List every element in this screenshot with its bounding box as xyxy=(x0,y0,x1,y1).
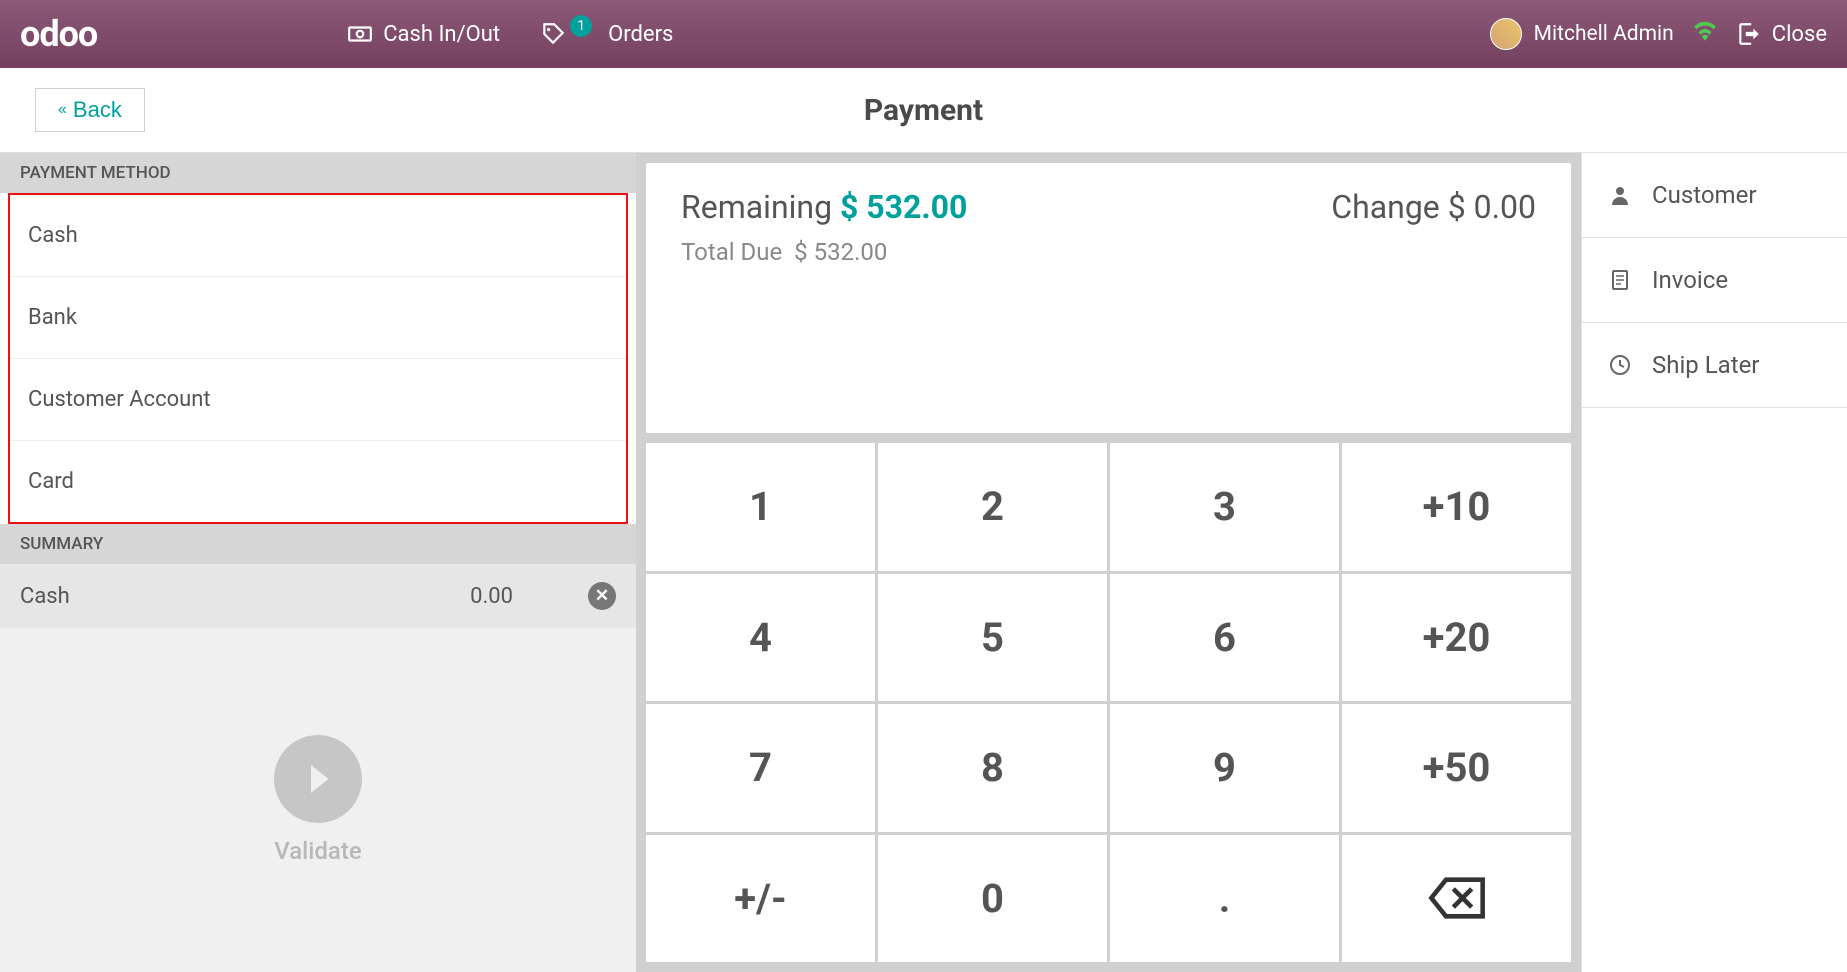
cash-in-out-button[interactable]: Cash In/Out xyxy=(347,21,500,47)
numpad-backspace[interactable] xyxy=(1342,835,1571,963)
ship-later-button[interactable]: Ship Later xyxy=(1582,323,1847,408)
close-button[interactable]: Close xyxy=(1736,21,1827,47)
remaining-value: $ 532.00 xyxy=(840,188,967,226)
main: PAYMENT METHOD Cash Bank Customer Accoun… xyxy=(0,153,1847,972)
numpad: 1 2 3 +10 4 5 6 +20 7 8 9 +50 +/- 0 . xyxy=(646,443,1571,962)
user-name: Mitchell Admin xyxy=(1534,22,1674,46)
exit-icon xyxy=(1736,21,1762,47)
payment-method-bank[interactable]: Bank xyxy=(10,277,626,359)
numpad-2[interactable]: 2 xyxy=(878,443,1107,571)
wifi-icon xyxy=(1692,21,1718,47)
numpad-7[interactable]: 7 xyxy=(646,704,875,832)
numpad-9[interactable]: 9 xyxy=(1110,704,1339,832)
invoice-label: Invoice xyxy=(1652,266,1728,294)
tag-icon xyxy=(540,21,566,47)
document-icon xyxy=(1608,268,1632,292)
summary-method: Cash xyxy=(20,584,470,609)
total-due-label: Total Due xyxy=(681,238,782,266)
numpad-0[interactable]: 0 xyxy=(878,835,1107,963)
remove-payment-icon[interactable]: ✕ xyxy=(588,582,616,610)
person-icon xyxy=(1608,183,1632,207)
backspace-icon xyxy=(1427,876,1487,920)
numpad-plus20[interactable]: +20 xyxy=(1342,574,1571,702)
remaining-label: Remaining xyxy=(681,188,832,226)
customer-label: Customer xyxy=(1652,181,1756,209)
payment-method-header: PAYMENT METHOD xyxy=(0,153,636,193)
change-value: $ 0.00 xyxy=(1448,188,1536,226)
sub-header: « Back Payment xyxy=(0,68,1847,153)
payment-method-card[interactable]: Card xyxy=(10,441,626,522)
payment-method-customer-account[interactable]: Customer Account xyxy=(10,359,626,441)
back-button[interactable]: « Back xyxy=(35,88,145,132)
customer-button[interactable]: Customer xyxy=(1582,153,1847,238)
numpad-5[interactable]: 5 xyxy=(878,574,1107,702)
logo[interactable]: odoo xyxy=(20,13,97,55)
numpad-plus10[interactable]: +10 xyxy=(1342,443,1571,571)
numpad-decimal[interactable]: . xyxy=(1110,835,1339,963)
numpad-8[interactable]: 8 xyxy=(878,704,1107,832)
cash-label: Cash In/Out xyxy=(383,22,500,47)
chevron-right-icon xyxy=(297,758,339,800)
invoice-button[interactable]: Invoice xyxy=(1582,238,1847,323)
back-label: Back xyxy=(73,97,122,123)
chevron-left-icon: « xyxy=(58,101,67,119)
summary-header: SUMMARY xyxy=(0,524,636,564)
numpad-6[interactable]: 6 xyxy=(1110,574,1339,702)
orders-button[interactable]: 1 Orders xyxy=(540,21,673,47)
avatar xyxy=(1490,18,1522,50)
numpad-4[interactable]: 4 xyxy=(646,574,875,702)
user-section[interactable]: Mitchell Admin xyxy=(1490,18,1674,50)
amount-row: Remaining $ 532.00 Change $ 0.00 xyxy=(681,188,1536,226)
clock-icon xyxy=(1608,353,1632,377)
close-label: Close xyxy=(1772,22,1827,47)
numpad-sign[interactable]: +/- xyxy=(646,835,875,963)
amount-display: Remaining $ 532.00 Change $ 0.00 Total D… xyxy=(646,163,1571,433)
payment-method-cash[interactable]: Cash xyxy=(10,195,626,277)
validate-label: Validate xyxy=(274,837,361,865)
center-panel: Remaining $ 532.00 Change $ 0.00 Total D… xyxy=(636,153,1581,972)
top-nav: odoo Cash In/Out 1 Orders Mitchell Admin… xyxy=(0,0,1847,68)
total-due: Total Due $ 532.00 xyxy=(681,238,1536,266)
summary-amount: 0.00 xyxy=(470,584,513,609)
validate-button[interactable] xyxy=(274,735,362,823)
total-due-value: $ 532.00 xyxy=(794,238,887,266)
summary-row[interactable]: Cash 0.00 ✕ xyxy=(0,564,636,628)
change-label: Change xyxy=(1331,188,1439,226)
cash-icon xyxy=(347,21,373,47)
numpad-plus50[interactable]: +50 xyxy=(1342,704,1571,832)
left-panel: PAYMENT METHOD Cash Bank Customer Accoun… xyxy=(0,153,636,972)
page-title: Payment xyxy=(864,93,983,128)
numpad-3[interactable]: 3 xyxy=(1110,443,1339,571)
numpad-1[interactable]: 1 xyxy=(646,443,875,571)
payment-method-list: Cash Bank Customer Account Card xyxy=(8,193,628,524)
orders-badge: 1 xyxy=(570,15,592,37)
right-panel: Customer Invoice Ship Later xyxy=(1581,153,1847,972)
ship-later-label: Ship Later xyxy=(1652,351,1759,379)
validate-section[interactable]: Validate xyxy=(0,628,636,972)
orders-label: Orders xyxy=(608,22,673,47)
